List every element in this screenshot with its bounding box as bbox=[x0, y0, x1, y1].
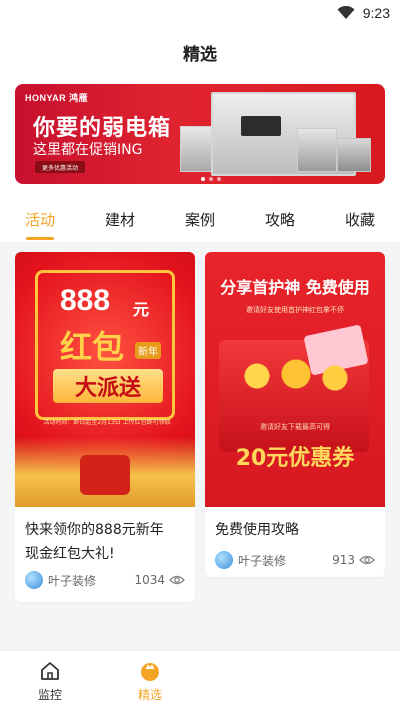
card-view-count: 1034 bbox=[134, 573, 165, 587]
wifi-icon bbox=[337, 6, 355, 19]
poster-subheading: 邀请好友使用首护神红包拿不停 bbox=[246, 306, 344, 314]
avatar bbox=[25, 571, 43, 589]
poster-badge: 新年 bbox=[135, 342, 161, 359]
poster-invite-text: 邀请好友下载最高可得 bbox=[260, 423, 330, 431]
status-time: 9:23 bbox=[362, 5, 390, 21]
poster-coupon: 20元优惠券 bbox=[235, 446, 355, 471]
card-title: 免费使用攻略 bbox=[215, 518, 299, 542]
card-author: 叶子装修 bbox=[238, 553, 287, 568]
page-title: 精选 bbox=[183, 44, 217, 65]
tab-materials[interactable]: 建材 bbox=[95, 196, 145, 242]
card-title-line: 快来领你的888元新年 bbox=[25, 522, 164, 538]
tab-label: 活动 bbox=[24, 210, 55, 229]
tab-label: 收藏 bbox=[344, 210, 375, 229]
product-image bbox=[297, 128, 337, 172]
featured-icon bbox=[141, 662, 159, 681]
article-card[interactable]: 888 元 红包 新年 大派送 活动时间：即日起至2月13日 上传红包即可领取 … bbox=[15, 252, 195, 602]
poster-red-text: 红包 bbox=[60, 328, 125, 366]
home-icon bbox=[41, 661, 59, 680]
tab-label: 攻略 bbox=[264, 210, 295, 229]
nav-label: 精选 bbox=[137, 687, 162, 702]
card-title-line: 免费使用攻略 bbox=[215, 522, 299, 538]
poster-small-text: 活动时间：即日起至2月13日 上传红包即可领取 bbox=[43, 419, 171, 426]
poster-unit: 元 bbox=[133, 300, 150, 319]
carousel-dot[interactable] bbox=[217, 177, 221, 181]
tab-label: 建材 bbox=[104, 210, 135, 229]
status-bar: 9:23 bbox=[0, 0, 400, 26]
category-tabs: 活动 建材 案例 攻略 收藏 bbox=[0, 196, 400, 242]
tab-guides[interactable]: 攻略 bbox=[255, 196, 305, 242]
banner-brand: HONYAR 鸿雁 bbox=[25, 93, 89, 103]
banner-section: HONYAR 鸿雁 你要的弱电箱 这里都在促销ING 更多优惠活动 bbox=[0, 78, 400, 196]
eye-icon bbox=[359, 555, 375, 565]
nav-item-monitor[interactable]: 监控 bbox=[10, 651, 90, 710]
card-poster: 888 元 红包 新年 大派送 活动时间：即日起至2月13日 上传红包即可领取 bbox=[15, 252, 195, 507]
tab-activity[interactable]: 活动 bbox=[15, 196, 65, 242]
promo-banner[interactable]: HONYAR 鸿雁 你要的弱电箱 这里都在促销ING 更多优惠活动 bbox=[15, 84, 385, 184]
banner-subline: 这里都在促销ING bbox=[33, 142, 143, 158]
card-title-line: 现金红包大礼! bbox=[25, 546, 115, 562]
nav-label: 监控 bbox=[37, 687, 62, 702]
article-card[interactable]: 分享首护神 免费使用 邀请好友使用首护神红包拿不停 邀请好友下载最高可得 20元… bbox=[205, 252, 385, 577]
tab-cases[interactable]: 案例 bbox=[175, 196, 225, 242]
tab-label: 案例 bbox=[184, 210, 215, 229]
coins-image bbox=[231, 356, 361, 396]
page-header: 精选 bbox=[0, 26, 400, 78]
banner-more-button[interactable]: 更多优惠活动 bbox=[35, 161, 85, 173]
card-meta: 叶子装修 1034 bbox=[25, 570, 185, 590]
carousel-dot[interactable] bbox=[209, 177, 213, 181]
bottom-navigation: 监控 精选 bbox=[0, 650, 400, 710]
card-title: 快来领你的888元新年 现金红包大礼! bbox=[25, 518, 164, 566]
tab-active-indicator bbox=[26, 237, 54, 240]
poster-amount: 888 bbox=[60, 284, 111, 317]
banner-headline: 你要的弱电箱 bbox=[33, 116, 172, 141]
avatar bbox=[215, 551, 233, 569]
tab-favorites[interactable]: 收藏 bbox=[335, 196, 385, 242]
card-meta: 叶子装修 913 bbox=[215, 550, 375, 570]
poster-heading: 分享首护神 免费使用 bbox=[220, 278, 370, 297]
eye-icon bbox=[169, 575, 185, 585]
carousel-indicator bbox=[201, 177, 221, 181]
gift-pile-image bbox=[15, 437, 195, 507]
product-image bbox=[337, 138, 371, 172]
poster-banner-text: 大派送 bbox=[53, 369, 163, 403]
card-view-count: 913 bbox=[332, 553, 355, 567]
card-author: 叶子装修 bbox=[48, 573, 97, 588]
card-poster: 分享首护神 免费使用 邀请好友使用首护神红包拿不停 邀请好友下载最高可得 20元… bbox=[205, 252, 385, 507]
carousel-dot[interactable] bbox=[201, 177, 205, 181]
nav-item-featured[interactable]: 精选 bbox=[110, 651, 190, 710]
